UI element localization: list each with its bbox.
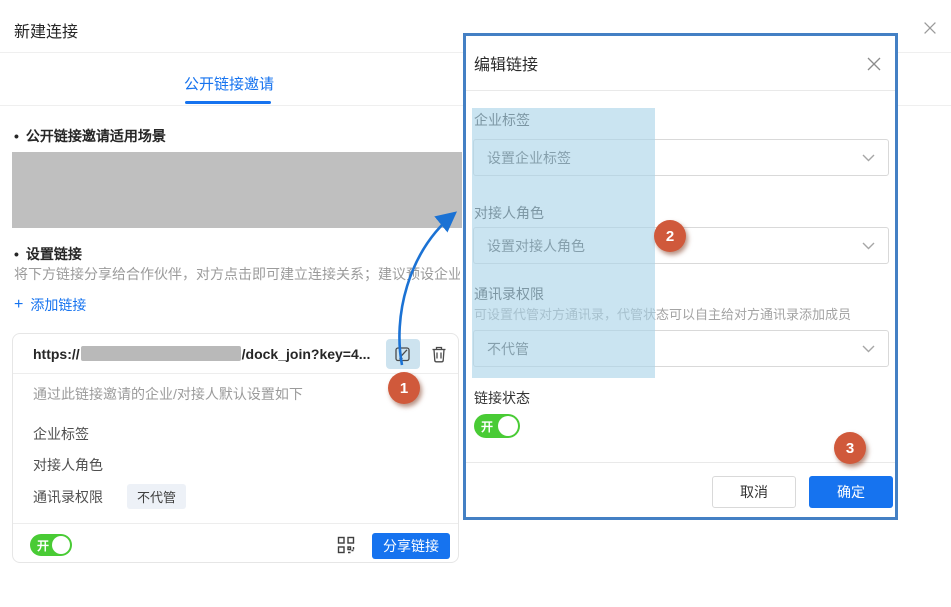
bullet-dot: • <box>14 128 19 144</box>
field-label-enterprise-tag: 企业标签 <box>474 110 530 130</box>
qr-code-button[interactable] <box>336 535 356 555</box>
redacted-url-segment <box>81 346 241 361</box>
toggle-knob <box>498 416 518 436</box>
chevron-down-icon <box>862 242 875 250</box>
card-row-enterprise-tag: 企业标签 <box>33 424 89 444</box>
plus-icon: + <box>14 298 23 312</box>
close-icon <box>864 54 884 74</box>
section-heading-set-link: •设置链接 <box>14 244 82 264</box>
field-label-addressbook-permission: 通讯录权限 <box>474 284 544 304</box>
trash-icon <box>431 345 447 363</box>
section-heading-scene: •公开链接邀请适用场景 <box>14 126 166 146</box>
card-divider <box>13 523 458 524</box>
delete-link-button[interactable] <box>426 341 452 367</box>
chevron-down-icon <box>862 345 875 353</box>
edit-icon <box>394 345 412 363</box>
card-row-addressbook-permission: 通讯录权限 不代管 <box>33 484 186 509</box>
cancel-button[interactable]: 取消 <box>712 476 796 508</box>
edit-link-button[interactable] <box>386 339 420 369</box>
enterprise-tag-select[interactable]: 设置企业标签 <box>473 139 889 176</box>
link-status-label: 链接状态 <box>474 388 530 408</box>
chevron-down-icon <box>862 154 875 162</box>
link-status-toggle[interactable]: 开 <box>474 414 520 438</box>
link-enabled-toggle[interactable]: 开 <box>30 534 72 556</box>
addressbook-permission-desc: 可设置代管对方通讯录，代管状态可以自主给对方通讯录添加成员 <box>474 304 851 323</box>
edit-link-modal: 编辑链接 企业标签 设置企业标签 对接人角色 设置对接人角色 通讯录权限 可设置… <box>463 33 898 520</box>
toggle-on-label: 开 <box>481 418 493 435</box>
tab-public-link-invite[interactable]: 公开链接邀请 <box>184 73 274 94</box>
bullet-dot: • <box>14 246 19 262</box>
qr-code-icon <box>337 536 355 554</box>
link-url-prefix: https:// <box>33 346 80 362</box>
section-set-link-desc: 将下方链接分享给合作伙伴，对方点击即可建立连接关系；建议预设企业 <box>14 264 460 284</box>
card-row-contact-role: 对接人角色 <box>33 455 103 475</box>
tab-active-underline <box>185 101 271 104</box>
dialog-close-button[interactable] <box>919 17 941 39</box>
link-url-suffix: /dock_join?key=4... <box>242 346 371 362</box>
toggle-knob <box>52 536 70 554</box>
modal-header-divider <box>466 90 895 91</box>
close-icon <box>921 19 939 37</box>
link-card: https:// /dock_join?key=4... 通过此链接邀请的企业/… <box>12 333 459 563</box>
add-link-label: 添加链接 <box>30 295 86 315</box>
modal-title: 编辑链接 <box>474 51 538 75</box>
addressbook-permission-select[interactable]: 不代管 <box>473 330 889 367</box>
add-link-button[interactable]: + 添加链接 <box>14 295 86 315</box>
permission-badge: 不代管 <box>127 484 186 509</box>
toggle-on-label: 开 <box>37 537 49 554</box>
field-label-contact-role: 对接人角色 <box>474 203 544 223</box>
modal-close-button[interactable] <box>862 52 886 76</box>
page-title: 新建连接 <box>14 18 78 42</box>
link-url-row: https:// /dock_join?key=4... <box>13 334 458 374</box>
contact-role-select[interactable]: 设置对接人角色 <box>473 227 889 264</box>
modal-footer-divider <box>466 462 895 463</box>
link-default-desc: 通过此链接邀请的企业/对接人默认设置如下 <box>33 384 303 404</box>
redacted-scene-block <box>12 152 462 228</box>
confirm-button[interactable]: 确定 <box>809 476 893 508</box>
share-link-button[interactable]: 分享链接 <box>372 533 450 559</box>
